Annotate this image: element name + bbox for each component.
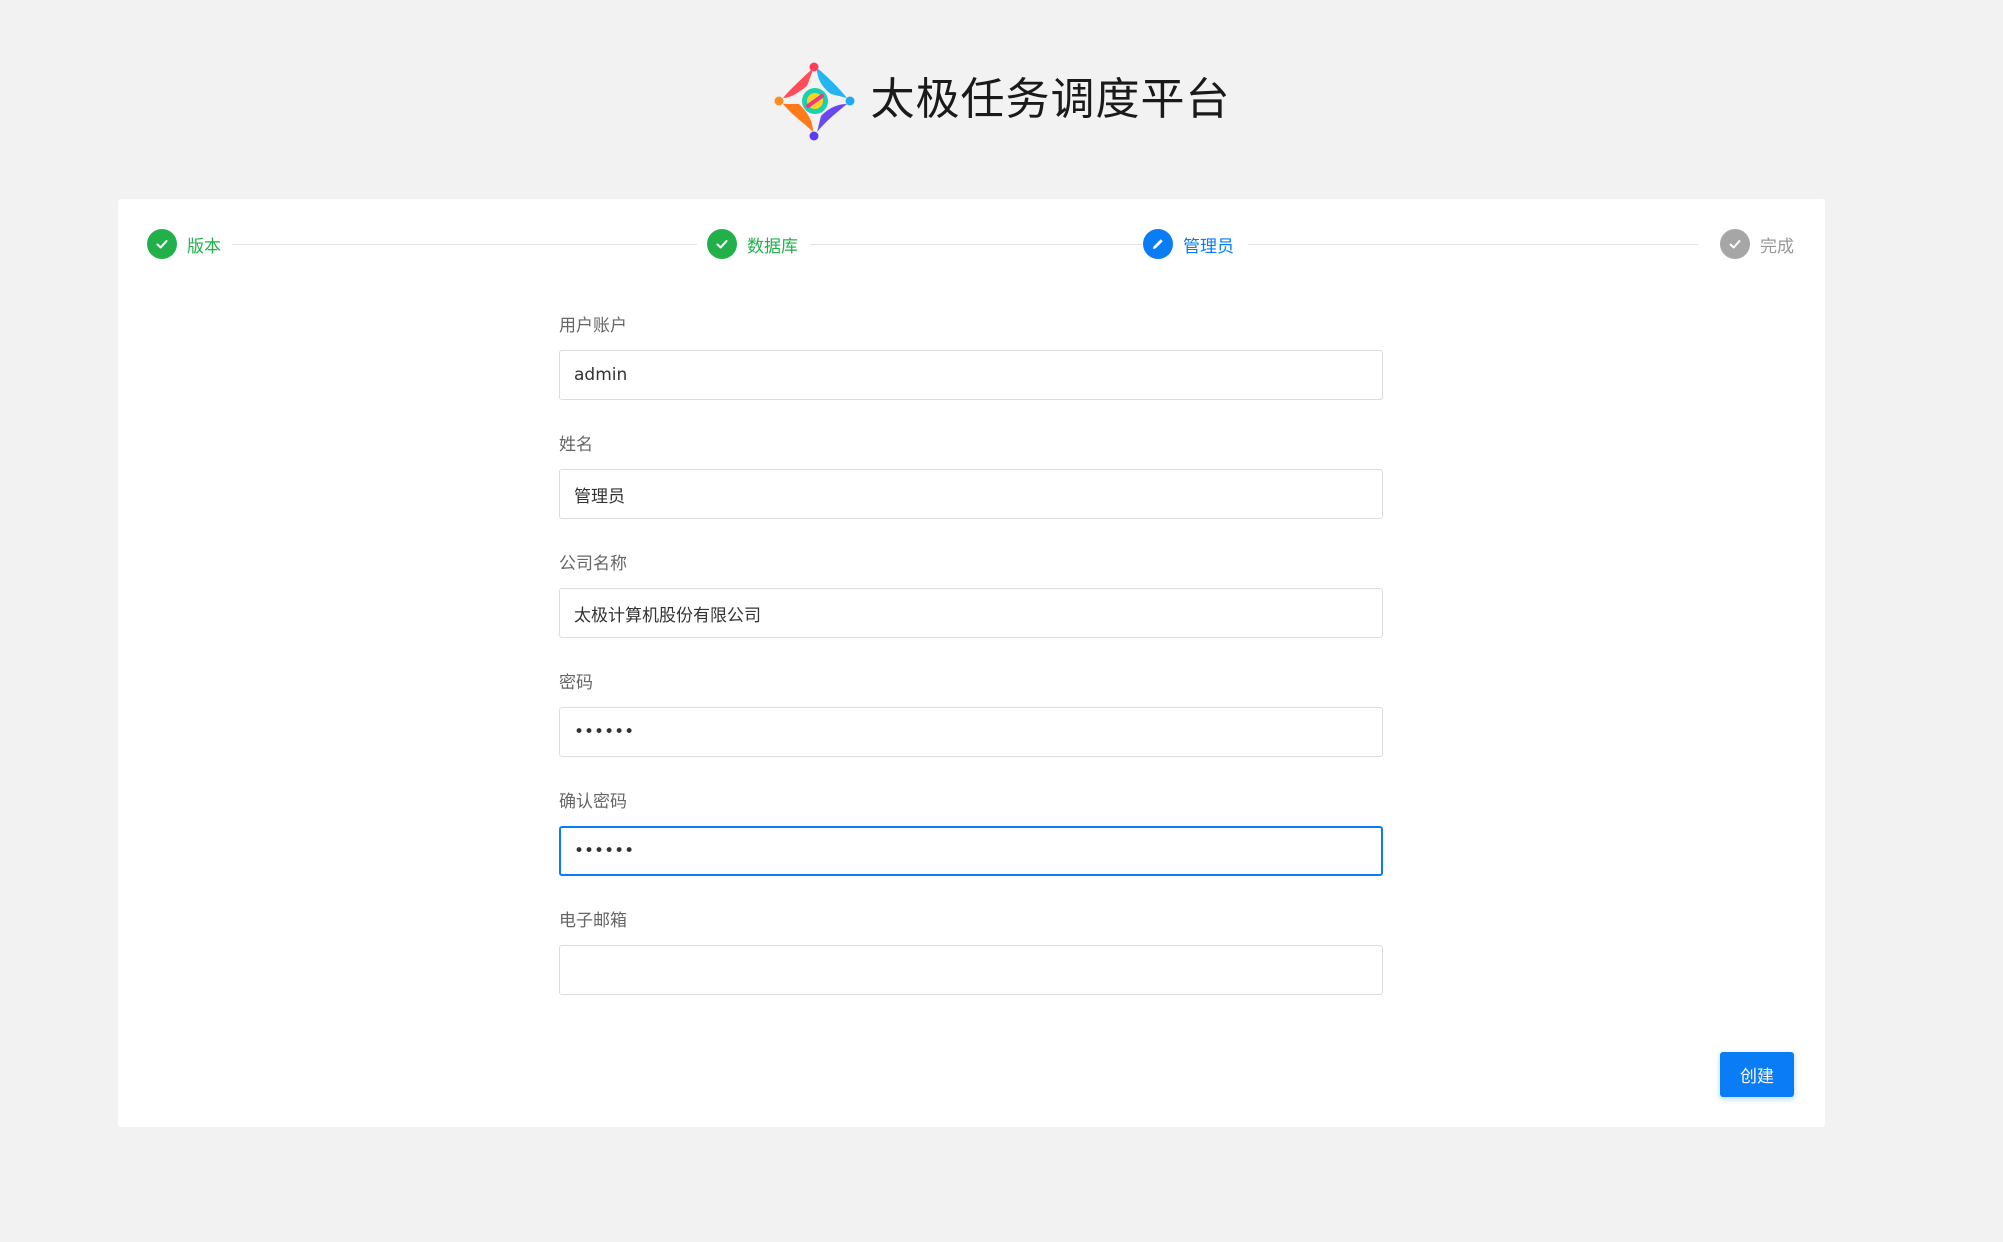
company-input[interactable] (559, 588, 1383, 638)
field-fullname: 姓名 (559, 434, 1383, 553)
field-company: 公司名称 (559, 553, 1383, 672)
step-connector (1248, 244, 1698, 245)
password-input[interactable] (559, 707, 1383, 757)
step-done-check-icon (707, 229, 737, 259)
step-edit-pencil-icon (1143, 229, 1173, 259)
password-label: 密码 (559, 673, 593, 693)
username-input[interactable] (559, 350, 1383, 400)
step-pending-check-icon (1720, 229, 1750, 259)
create-button[interactable]: 创建 (1720, 1052, 1794, 1097)
field-email: 电子邮箱 (559, 910, 1383, 1029)
step-version: 版本 (147, 229, 221, 259)
step-label: 数据库 (747, 236, 798, 257)
confirm-password-label: 确认密码 (559, 792, 627, 812)
step-label: 管理员 (1183, 236, 1234, 257)
step-label: 完成 (1760, 236, 1794, 257)
fullname-input[interactable] (559, 469, 1383, 519)
taiji-logo-icon (774, 62, 854, 141)
field-confirm-password: 确认密码 (559, 791, 1383, 910)
field-password: 密码 (559, 672, 1383, 791)
step-label: 版本 (187, 236, 221, 257)
email-input[interactable] (559, 945, 1383, 995)
confirm-password-input[interactable] (559, 826, 1383, 876)
admin-form: 用户账户 姓名 公司名称 密码 确认密码 电子邮箱 (559, 315, 1383, 1029)
step-database: 数据库 (707, 229, 798, 259)
step-admin: 管理员 (1143, 229, 1234, 259)
step-connector (810, 244, 1142, 245)
app-header: 太极任务调度平台 (0, 56, 2003, 144)
company-label: 公司名称 (559, 554, 627, 574)
email-label: 电子邮箱 (559, 911, 627, 931)
step-finish: 完成 (1720, 229, 1794, 259)
fullname-label: 姓名 (559, 435, 593, 455)
step-done-check-icon (147, 229, 177, 259)
setup-card: 版本 数据库 管理员 完成 用户账户 姓名 公司名称 (118, 199, 1825, 1127)
field-username: 用户账户 (559, 315, 1383, 434)
step-connector (232, 244, 697, 245)
username-label: 用户账户 (559, 316, 627, 336)
app-title: 太极任务调度平台 (870, 74, 1231, 125)
